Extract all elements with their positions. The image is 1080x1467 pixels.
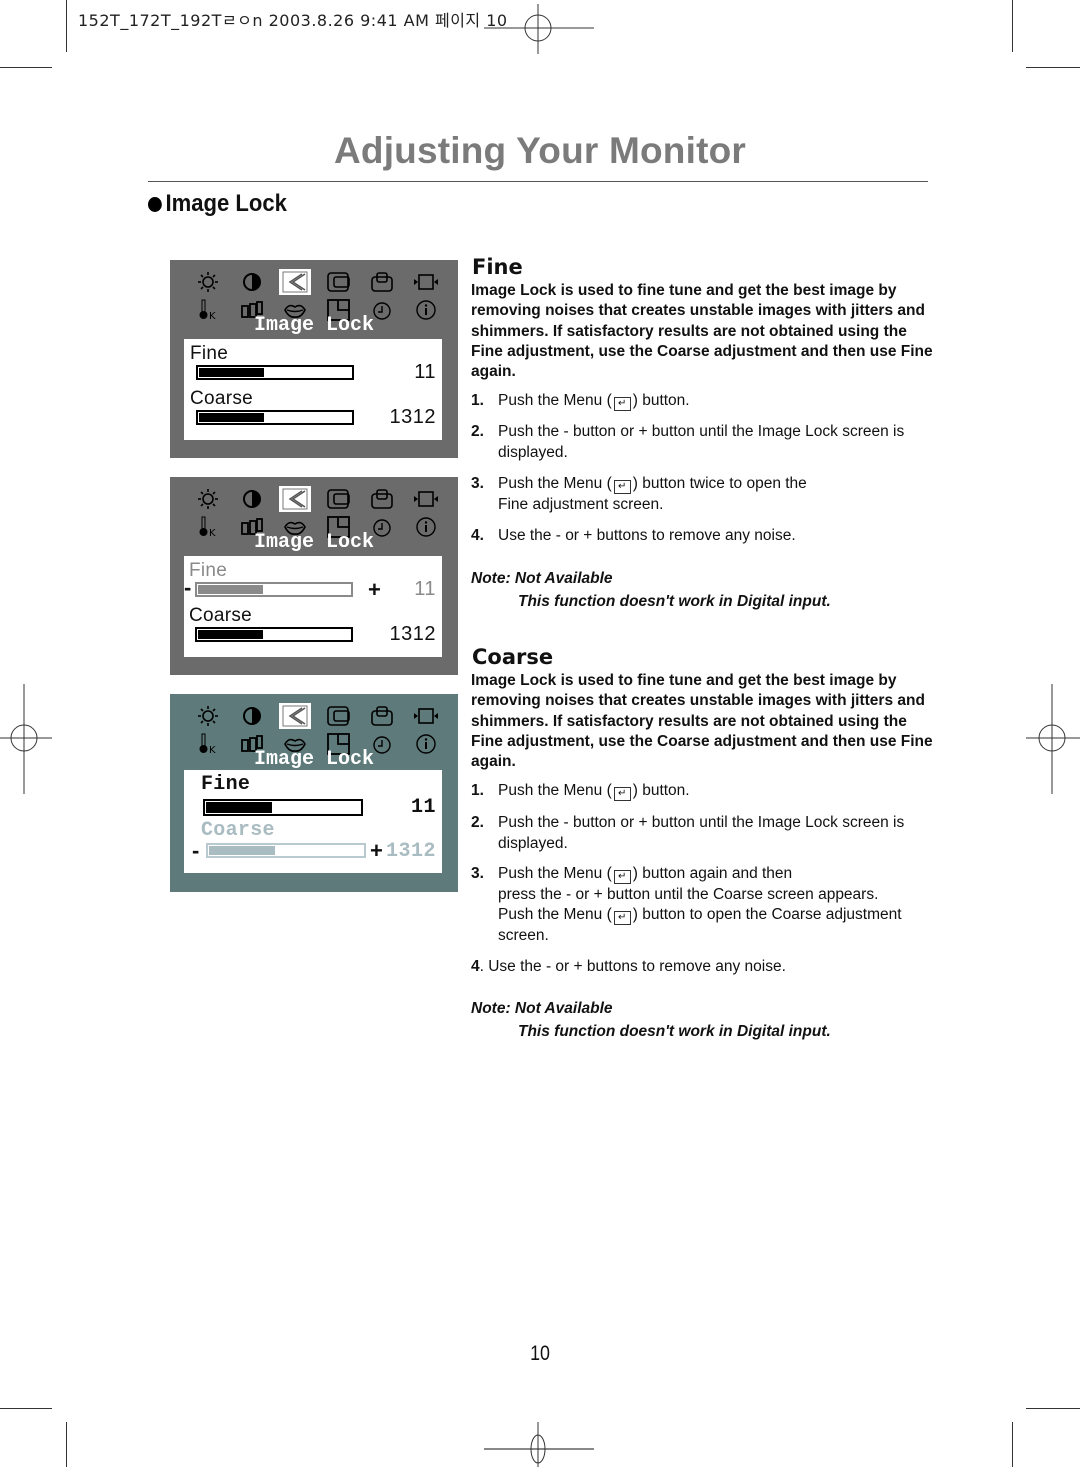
coarse-step-1: 1. Push the Menu (↵) button. [471, 782, 690, 801]
contrast-icon [236, 703, 268, 729]
coarse-step-3: 3. Push the Menu (↵) button again and th… [471, 865, 902, 944]
osd-title: Image Lock [253, 748, 375, 771]
slider-fill [198, 630, 263, 639]
menu-button-icon: ↵ [613, 480, 631, 494]
crop-mark [66, 0, 67, 52]
crop-mark [0, 67, 52, 68]
coarse-value: 1312 [389, 406, 436, 428]
coarse-step-2: 2. Push the - button or + button until t… [471, 814, 905, 852]
coarse-label: Coarse [201, 819, 275, 842]
brightness-icon [192, 703, 224, 729]
fine-value: 11 [410, 796, 436, 819]
fine-slider[interactable] [195, 582, 353, 597]
fine-description: Image Lock is used to fine tune and get … [471, 282, 933, 381]
section-heading: Image Lock [148, 190, 287, 218]
fine-step-3: 3. Push the Menu (↵) button twice to ope… [471, 475, 807, 513]
size-icon [410, 486, 442, 512]
coarse-note-heading: Note: Not Available [471, 1000, 613, 1017]
slider-fill [198, 585, 263, 594]
size-icon [410, 269, 442, 295]
osd-panel-coarse-adjust: K Image Lock Fine 11 Coarse - + 1312 [170, 694, 458, 892]
coarse-value: 1312 [389, 623, 436, 645]
contrast-icon [236, 486, 268, 512]
coarse-slider[interactable] [195, 627, 353, 642]
zoom-icon [366, 269, 398, 295]
position-icon [323, 703, 355, 729]
fine-step-1: 1. Push the Menu (↵) button. [471, 392, 690, 411]
osd-adjust-box: Fine 11 Coarse 1312 [184, 339, 442, 440]
file-header: 152T_172T_192Tㄹㅇn 2003.8.26 9:41 AM 페이지 … [78, 11, 508, 30]
position-icon [323, 269, 355, 295]
fine-note-body: This function doesn't work in Digital in… [518, 593, 831, 610]
section-title: Image Lock [165, 190, 287, 217]
fine-step-2: 2. Push the - button or + button until t… [471, 423, 905, 461]
fine-slider[interactable] [203, 799, 363, 816]
fine-label: Fine [201, 773, 251, 796]
menu-button-icon: ↵ [613, 787, 631, 801]
plus-indicator: + [368, 577, 381, 602]
registration-mark-left [0, 684, 52, 794]
coarse-value: 1312 [385, 840, 436, 863]
image-lock-icon [279, 486, 312, 512]
page-title: Adjusting Your Monitor [333, 130, 747, 171]
menu-button-icon: ↵ [613, 397, 631, 411]
menu-button-icon: ↵ [613, 870, 631, 884]
brightness-icon [192, 269, 224, 295]
coarse-description: Image Lock is used to fine tune and get … [471, 672, 933, 771]
title-divider [148, 181, 928, 182]
coarse-slider[interactable] [206, 843, 366, 858]
image-lock-icon [279, 703, 312, 729]
coarse-label: Coarse [189, 605, 253, 626]
crop-mark [0, 1408, 52, 1409]
zoom-icon [366, 486, 398, 512]
coarse-slider[interactable] [196, 410, 354, 425]
fine-slider[interactable] [196, 365, 354, 380]
osd-title: Image Lock [253, 531, 375, 554]
menu-button-icon: ↵ [613, 911, 631, 925]
crop-mark [1026, 1408, 1080, 1409]
fine-step-4: 4. Use the - or + buttons to remove any … [471, 527, 796, 544]
minus-indicator: - [192, 838, 200, 863]
coarse-heading: Coarse [472, 645, 554, 669]
osd-panel-image-lock: K Image Lock Fine 11 Coarse 1312 [170, 260, 458, 458]
slider-fill [199, 413, 264, 422]
position-icon [323, 486, 355, 512]
crop-mark [1012, 1422, 1013, 1467]
coarse-step-4: 4. Use the - or + buttons to remove any … [471, 958, 786, 975]
fine-value: 11 [414, 361, 436, 383]
fine-label: Fine [190, 343, 229, 364]
coarse-note-body: This function doesn't work in Digital in… [518, 1023, 831, 1040]
crop-mark [1026, 67, 1080, 68]
fine-heading: Fine [472, 255, 523, 279]
slider-fill [206, 802, 272, 813]
slider-fill [199, 368, 264, 377]
contrast-icon [236, 269, 268, 295]
plus-indicator: + [370, 838, 383, 863]
image-lock-icon [279, 269, 312, 295]
size-icon [410, 703, 442, 729]
fine-label: Fine [189, 560, 228, 581]
osd-adjust-box: Fine - + 11 Coarse 1312 [184, 556, 442, 657]
coarse-label: Coarse [190, 388, 254, 409]
zoom-icon [366, 703, 398, 729]
registration-mark-right [1026, 684, 1080, 794]
bullet-icon [148, 196, 162, 212]
fine-note-heading: Note: Not Available [471, 570, 613, 587]
slider-fill [209, 846, 275, 855]
brightness-icon [192, 486, 224, 512]
fine-value: 11 [414, 578, 436, 600]
osd-title: Image Lock [253, 314, 375, 337]
crop-mark [66, 1422, 67, 1467]
registration-mark-bottom [484, 1422, 594, 1467]
osd-panel-fine-adjust: K Image Lock Fine - + 11 Coarse 1312 [170, 477, 458, 675]
page-number: 10 [530, 1342, 550, 1365]
osd-adjust-box: Fine 11 Coarse - + 1312 [184, 770, 442, 873]
crop-mark [1012, 0, 1013, 52]
minus-indicator: - [184, 575, 192, 600]
